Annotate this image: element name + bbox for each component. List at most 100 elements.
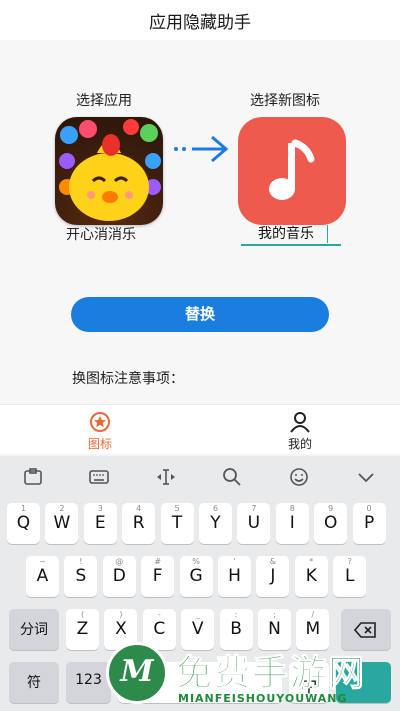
- key-hint: (: [80, 610, 85, 619]
- new-icon[interactable]: [238, 117, 346, 225]
- emoji-icon[interactable]: [288, 466, 310, 488]
- select-icon-label: 选择新图标: [250, 93, 320, 109]
- key-label: P: [363, 513, 375, 533]
- replace-button[interactable]: 替换: [71, 297, 329, 332]
- key-label: G: [189, 566, 203, 586]
- key-hint: /: [311, 610, 315, 619]
- key-label: O: [323, 513, 338, 533]
- arrow-right-icon: [174, 135, 229, 163]
- key-z[interactable]: (Z: [66, 609, 99, 650]
- key-q[interactable]: 1Q: [7, 503, 40, 544]
- key-label: R: [132, 513, 145, 533]
- symbol-key[interactable]: 符: [9, 662, 59, 703]
- key-d[interactable]: @ D: [102, 556, 136, 597]
- watermark-logo: M: [106, 642, 168, 704]
- key-hint: 9: [328, 504, 334, 513]
- key-hint: ': [233, 557, 236, 566]
- clipboard-icon[interactable]: [22, 466, 44, 488]
- key-hint: 6: [212, 504, 219, 513]
- key-label: W: [53, 513, 71, 533]
- key-f[interactable]: # F: [141, 556, 175, 597]
- key-label: U: [247, 513, 261, 533]
- key-hint: @: [115, 557, 124, 566]
- key-hint: 8: [289, 504, 295, 513]
- page-title: 应用隐藏助手: [149, 13, 251, 33]
- key-hint: 0: [366, 504, 372, 513]
- key-l[interactable]: ? L: [333, 556, 367, 597]
- key-u[interactable]: 7U: [237, 503, 271, 544]
- backspace-icon: [354, 622, 376, 638]
- tab-icons-label: 图标: [87, 437, 112, 451]
- key-hint: -: [157, 610, 161, 619]
- key-label: J: [270, 566, 276, 586]
- key-label: M: [305, 619, 321, 639]
- chick-game-icon: [59, 119, 161, 221]
- key-label: N: [268, 619, 281, 639]
- bottom-tab-bar: 图标 我的: [0, 404, 400, 454]
- key-label: Y: [210, 513, 221, 533]
- key-label: F: [152, 566, 163, 586]
- cursor-move-icon[interactable]: [155, 466, 177, 488]
- music-note-icon: [269, 139, 315, 200]
- key-label: V: [191, 619, 204, 639]
- key-hint: *: [309, 557, 314, 566]
- key-r[interactable]: 4R: [122, 503, 156, 544]
- key-hint: ?: [347, 557, 352, 566]
- key-k[interactable]: * K: [294, 556, 328, 597]
- key-o[interactable]: 9O: [314, 503, 348, 544]
- key-g[interactable]: % G: [179, 556, 213, 597]
- key-hint: !: [79, 557, 83, 566]
- key-p[interactable]: 0P: [352, 503, 386, 544]
- key-h[interactable]: ' H: [218, 556, 251, 597]
- key-hint: 4: [136, 504, 142, 513]
- key-hint: ;: [273, 610, 276, 619]
- key-label: H: [228, 566, 241, 586]
- person-icon: [290, 412, 310, 433]
- source-app-name: 开心消消乐: [66, 227, 136, 243]
- key-i[interactable]: 8I: [275, 503, 309, 544]
- key-w[interactable]: 2W: [45, 503, 79, 544]
- watermark-subtitle: MIANFEISHOUYOUWANG: [178, 692, 348, 705]
- key-label: S: [75, 566, 87, 586]
- key-hint: 3: [97, 504, 103, 513]
- key-hint: #: [154, 557, 162, 566]
- key-label: E: [94, 513, 106, 533]
- key-y[interactable]: 6Y: [199, 503, 232, 544]
- key-hint: ): [119, 610, 123, 619]
- key-j[interactable]: & J: [256, 556, 290, 597]
- select-app-label: 选择应用: [76, 93, 132, 109]
- key-hint: 1: [20, 504, 27, 513]
- new-name-input[interactable]: 我的音乐: [241, 222, 341, 246]
- collapse-icon[interactable]: [355, 466, 377, 488]
- watermark-title: 免费手游网: [175, 653, 367, 695]
- keyboard-icon[interactable]: [88, 466, 110, 488]
- tab-mine[interactable]: 我的: [200, 405, 400, 455]
- key-hint: 7: [251, 504, 257, 513]
- key-hint: :: [234, 610, 238, 619]
- site-watermark: M 免费手游网 MIANFEISHOUYOUWANG: [100, 640, 400, 711]
- source-app-icon[interactable]: [55, 117, 163, 225]
- search-icon[interactable]: [221, 466, 243, 488]
- main-content: 选择应用 选择新图标 开心消消乐 我的音乐 替换 换图标注意事项：: [0, 40, 400, 404]
- key-hint: 5: [174, 504, 180, 513]
- key-hint: _: [195, 610, 200, 619]
- notes-heading: 换图标注意事项：: [72, 371, 184, 387]
- key-a[interactable]: ~ A: [26, 556, 59, 597]
- key-s[interactable]: ! S: [64, 556, 98, 597]
- key-label: A: [36, 566, 49, 586]
- key-e[interactable]: 3E: [83, 503, 117, 544]
- key-label: T: [171, 513, 183, 533]
- key-label: X: [115, 619, 127, 639]
- fenci-key[interactable]: 分词: [9, 609, 59, 650]
- text-caret: [327, 225, 328, 243]
- key-hint: %: [192, 557, 200, 566]
- tab-icons[interactable]: 图标: [0, 405, 200, 455]
- star-circle-icon: [90, 412, 110, 432]
- app-bar: 应用隐藏助手: [0, 0, 400, 40]
- key-hint: &: [269, 557, 277, 566]
- new-name-value: 我的音乐: [258, 226, 314, 242]
- key-label: L: [344, 566, 355, 586]
- key-label: D: [112, 566, 126, 586]
- tab-mine-label: 我的: [287, 437, 312, 451]
- key-t[interactable]: 5T: [160, 503, 194, 544]
